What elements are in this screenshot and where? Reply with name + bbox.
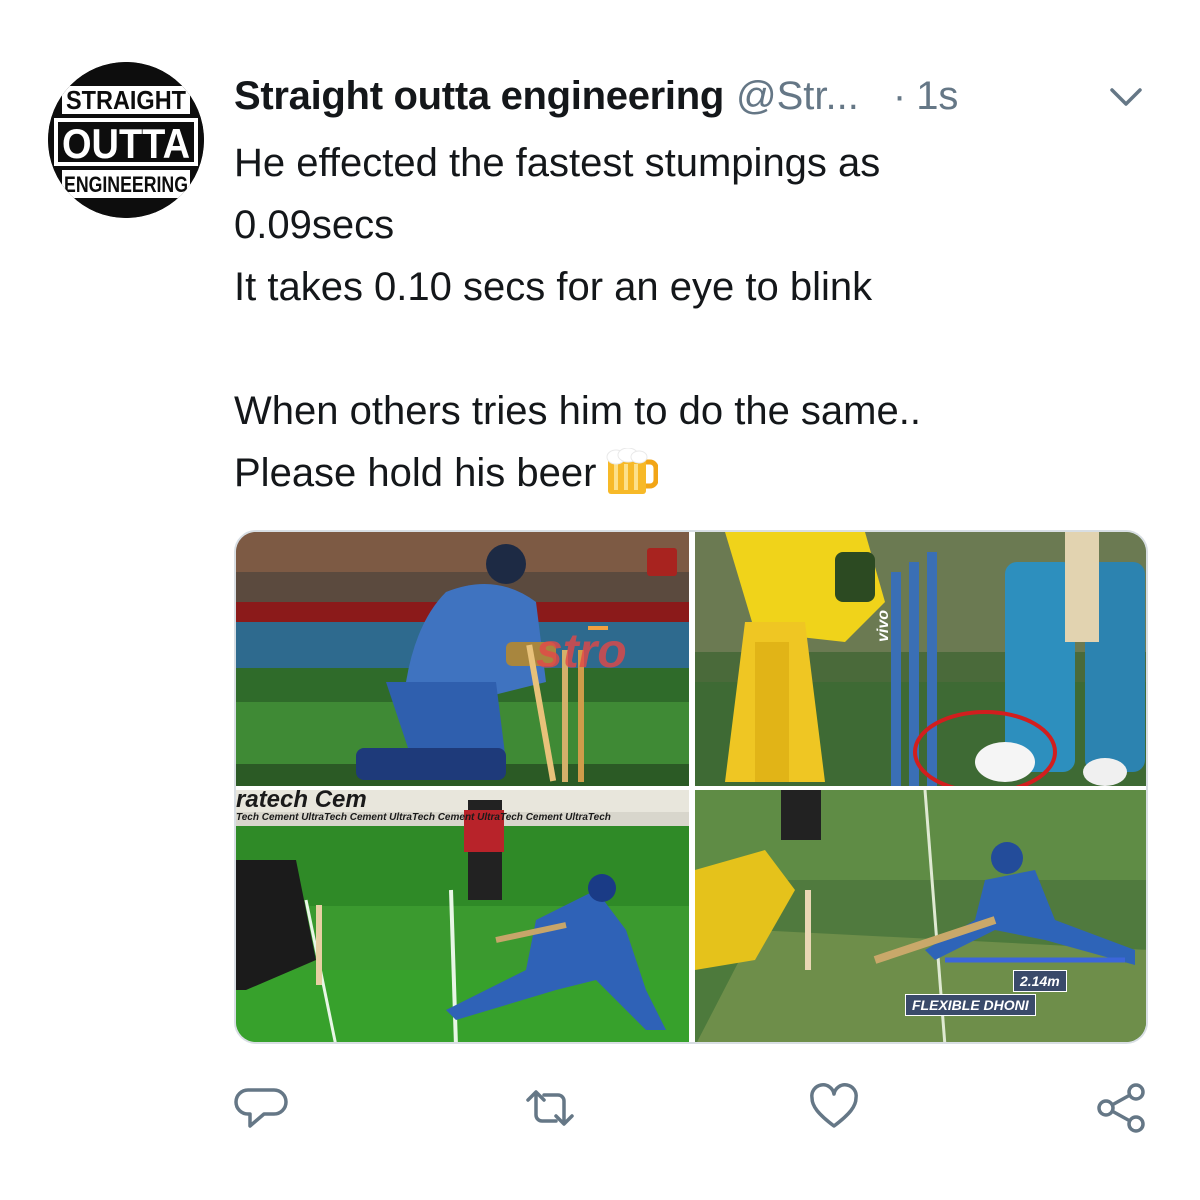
ad-board-text-bottom: Tech Cement UltraTech Cement UltraTech C… (236, 812, 611, 823)
ad-board-text: stro (536, 625, 627, 678)
tweet-line: When others tries him to do the same.. (234, 389, 921, 433)
avatar[interactable]: STRAIGHT OUTTA ENGINEERING (48, 62, 204, 218)
svg-text:ENGINEERING: ENGINEERING (64, 172, 188, 197)
tweet: STRAIGHT OUTTA ENGINEERING Straight outt… (0, 0, 1200, 1200)
tweet-line: Please hold his beer (234, 451, 597, 495)
media-image-3[interactable]: ratech Cem Tech Cement UltraTech Cement … (236, 790, 689, 1042)
avatar-logo: STRAIGHT OUTTA ENGINEERING (48, 62, 204, 218)
heart-icon[interactable] (806, 1080, 862, 1136)
reply-icon[interactable] (234, 1080, 290, 1136)
tweet-text: He effected the fastest stumpings as 0.0… (234, 132, 1154, 514)
tweet-line: It takes 0.10 secs for an eye to blink (234, 265, 873, 309)
tweet-line-last: Please hold his beer (234, 442, 1154, 514)
chevron-down-icon[interactable] (1106, 80, 1146, 112)
svg-text:STRAIGHT: STRAIGHT (66, 85, 186, 115)
distance-label: 2.14m (1013, 970, 1067, 992)
timestamp[interactable]: 1s (916, 74, 958, 119)
tweet-header: Straight outta engineering @Str... · 1s (234, 70, 958, 122)
tweet-actions (0, 1080, 1200, 1140)
media-image-2[interactable]: vivo (695, 532, 1146, 786)
share-icon[interactable] (1094, 1080, 1150, 1136)
separator-dot: · (892, 73, 907, 118)
media-image-1[interactable]: stro (236, 532, 689, 786)
tweet-line: He effected the fastest stumpings as (234, 141, 881, 185)
beer-mug-icon (604, 447, 659, 514)
ad-board-text-top: ratech Cem (236, 790, 367, 813)
svg-text:OUTTA: OUTTA (62, 120, 190, 167)
tweet-line: 0.09secs (234, 203, 395, 247)
stump-branding-text: vivo (875, 609, 892, 642)
display-name[interactable]: Straight outta engineering (234, 74, 724, 119)
retweet-icon[interactable] (522, 1080, 578, 1136)
user-handle[interactable]: @Str... (736, 74, 859, 119)
media-image-4[interactable]: 2.14m FLEXIBLE DHONI (695, 790, 1146, 1042)
media-grid[interactable]: stro vivo ratech Cem Tech Cement UltraTe… (234, 530, 1148, 1044)
caption-label: FLEXIBLE DHONI (905, 994, 1036, 1016)
